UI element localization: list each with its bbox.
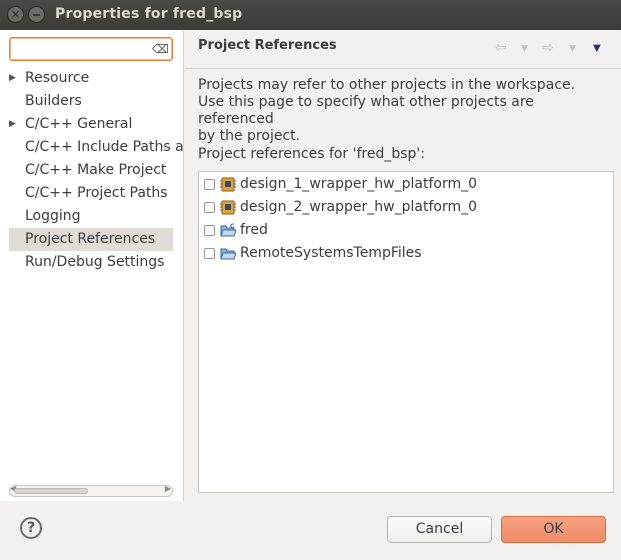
nav-item-resource[interactable]: ▶ Resource <box>0 67 183 90</box>
project-name: RemoteSystemsTempFiles <box>240 245 422 261</box>
back-arrow-icon[interactable]: ⇦ <box>495 40 507 56</box>
nav-item-cpp-general[interactable]: ▶ C/C++ General <box>0 113 183 136</box>
project-list: design_1_wrapper_hw_platform_0 design_2_… <box>198 171 614 493</box>
scroll-right-icon[interactable]: ▶ <box>165 484 171 493</box>
nav-item-label: Resource <box>25 70 90 86</box>
nav-item-label: C/C++ Project Paths <box>25 185 168 201</box>
page-title: Project References <box>198 38 337 53</box>
project-row[interactable]: RemoteSystemsTempFiles <box>199 242 613 265</box>
nav-item-label: Project References <box>25 231 156 247</box>
nav-item-cpp-make-project[interactable]: C/C++ Make Project <box>0 159 183 182</box>
project-name: design_2_wrapper_hw_platform_0 <box>240 199 477 215</box>
page-description: Projects may refer to other projects in … <box>198 77 576 144</box>
nav-item-run-debug-settings[interactable]: Run/Debug Settings <box>0 251 183 274</box>
title-bar: × Properties for fred_bsp <box>0 0 621 30</box>
open-folder-icon <box>220 248 236 260</box>
hw-platform-icon <box>220 177 236 192</box>
filter-input[interactable] <box>14 40 149 58</box>
help-button[interactable]: ? <box>20 517 42 539</box>
nav-item-label: C/C++ Include Paths ar <box>25 139 183 155</box>
clear-filter-icon[interactable]: ⌫ <box>152 41 169 57</box>
project-name: fred <box>240 222 268 238</box>
nav-item-cpp-include-paths[interactable]: C/C++ Include Paths ar <box>0 136 183 159</box>
property-page: Project References ⇦ ▼ ⇨ ▼ ▼ Projects ma… <box>185 30 621 501</box>
cancel-button[interactable]: Cancel <box>387 516 492 543</box>
window-title: Properties for fred_bsp <box>55 6 243 22</box>
ok-button[interactable]: OK <box>501 516 606 543</box>
project-row[interactable]: C fred <box>199 219 613 242</box>
expand-arrow-icon[interactable]: ▶ <box>9 67 16 90</box>
nav-item-label: Builders <box>25 93 82 109</box>
project-row[interactable]: design_2_wrapper_hw_platform_0 <box>199 196 613 219</box>
nav-item-builders[interactable]: Builders <box>0 90 183 113</box>
svg-text:C: C <box>230 223 235 230</box>
project-name: design_1_wrapper_hw_platform_0 <box>240 176 477 192</box>
nav-item-label: Logging <box>25 208 81 224</box>
nav-item-label: C/C++ Make Project <box>25 162 167 178</box>
minimize-icon <box>33 14 40 16</box>
close-window-button[interactable]: × <box>7 6 24 23</box>
close-icon: × <box>10 7 21 21</box>
project-row[interactable]: design_1_wrapper_hw_platform_0 <box>199 173 613 196</box>
nav-list: ▶ Resource Builders ▶ C/C++ General C/C+… <box>0 67 183 274</box>
scrollbar-thumb[interactable] <box>14 488 88 494</box>
horizontal-scrollbar[interactable]: ◀ ▶ <box>9 484 173 497</box>
expand-arrow-icon[interactable]: ▶ <box>9 113 16 136</box>
property-page-tree: ⌫ ▶ Resource Builders ▶ C/C++ General C/… <box>0 30 184 501</box>
view-menu-icon[interactable]: ▼ <box>593 43 601 54</box>
forward-arrow-icon[interactable]: ⇨ <box>542 40 554 56</box>
nav-item-logging[interactable]: Logging <box>0 205 183 228</box>
project-checkbox[interactable] <box>204 225 215 236</box>
project-checkbox[interactable] <box>204 179 215 190</box>
nav-item-label: Run/Debug Settings <box>25 254 165 270</box>
forward-dropdown-icon[interactable]: ▼ <box>569 44 576 54</box>
nav-item-label: C/C++ General <box>25 116 133 132</box>
help-icon: ? <box>26 520 36 536</box>
c-project-folder-icon: C <box>220 223 236 237</box>
hw-platform-icon <box>220 200 236 215</box>
nav-item-project-references[interactable]: Project References <box>9 228 173 251</box>
page-header: Project References ⇦ ▼ ⇨ ▼ ▼ <box>185 30 621 69</box>
project-checkbox[interactable] <box>204 202 215 213</box>
filter-field[interactable]: ⌫ <box>9 37 173 61</box>
nav-item-cpp-project-paths[interactable]: C/C++ Project Paths <box>0 182 183 205</box>
project-checkbox[interactable] <box>204 248 215 259</box>
back-dropdown-icon[interactable]: ▼ <box>521 44 528 54</box>
minimize-window-button[interactable] <box>28 6 45 23</box>
project-references-label: Project references for 'fred_bsp': <box>198 146 426 162</box>
